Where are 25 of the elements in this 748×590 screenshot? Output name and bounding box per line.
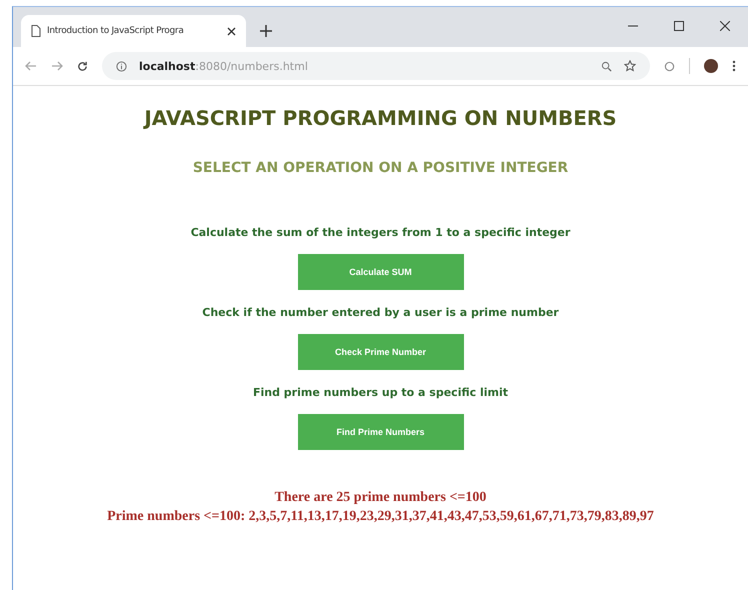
result-text: Prime numbers <=100: 2,3,5,7,11,13,17,19,23,29,31,37,41,43,47,53,59,61,67,71,73,79,83,89,97 bbox=[107, 508, 654, 526]
operation-button[interactable]: Check Prime Number bbox=[298, 334, 464, 370]
page-title: JAVASCRIPT PROGRAMMING ON NUMBERS bbox=[144, 106, 617, 130]
operation-description: Find prime numbers up to a specific limit bbox=[252, 386, 508, 399]
operation-description: Calculate the sum of the integers from 1 to a specific integer bbox=[190, 226, 570, 239]
maximize-icon[interactable] bbox=[674, 21, 684, 31]
info-icon[interactable] bbox=[116, 60, 127, 72]
star-icon[interactable] bbox=[624, 60, 636, 72]
result-text: There are 25 prime numbers <=100 bbox=[274, 489, 486, 507]
profile-avatar-icon[interactable] bbox=[704, 59, 718, 73]
operation-button[interactable]: Find Prime Numbers bbox=[298, 414, 464, 450]
address-bar[interactable]: localhost:8080/numbers.html bbox=[102, 52, 650, 80]
page-icon bbox=[31, 25, 41, 37]
close-icon[interactable] bbox=[227, 26, 236, 36]
close-icon[interactable] bbox=[720, 21, 730, 31]
new-tab-icon[interactable] bbox=[260, 25, 272, 37]
page-subtitle: SELECT AN OPERATION ON A POSITIVE INTEGER bbox=[192, 160, 568, 176]
tab-title: Introduction to JavaScript Progra bbox=[47, 26, 185, 36]
operation-description: Check if the number entered by a user is a prime number bbox=[202, 306, 559, 319]
browser-tab[interactable]: Introduction to JavaScript Progra bbox=[21, 15, 246, 47]
reload-icon[interactable] bbox=[77, 60, 88, 72]
zoom-icon[interactable] bbox=[601, 60, 612, 72]
operation-button[interactable]: Calculate SUM bbox=[298, 254, 464, 290]
menu-icon[interactable] bbox=[732, 60, 736, 72]
extension-icon[interactable] bbox=[664, 60, 675, 72]
